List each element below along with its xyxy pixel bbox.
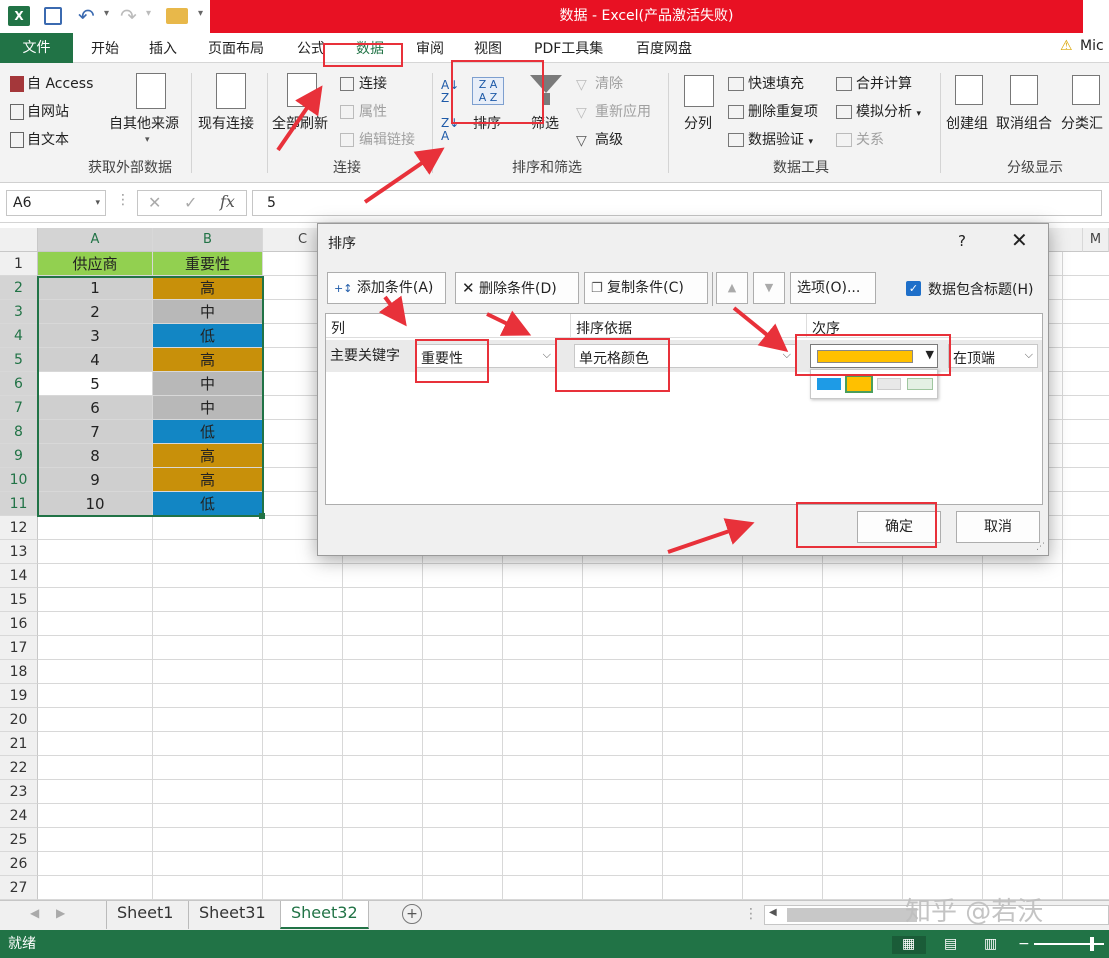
- arrow-to-column: [378, 295, 407, 327]
- arrow-to-data-tab: [276, 85, 323, 152]
- arrow-to-sort-on: [486, 310, 532, 336]
- arrow-to-color: [732, 306, 789, 353]
- arrow-to-ok: [667, 518, 755, 554]
- arrow-to-sort: [363, 147, 445, 204]
- annotation-arrows: [276, 85, 789, 554]
